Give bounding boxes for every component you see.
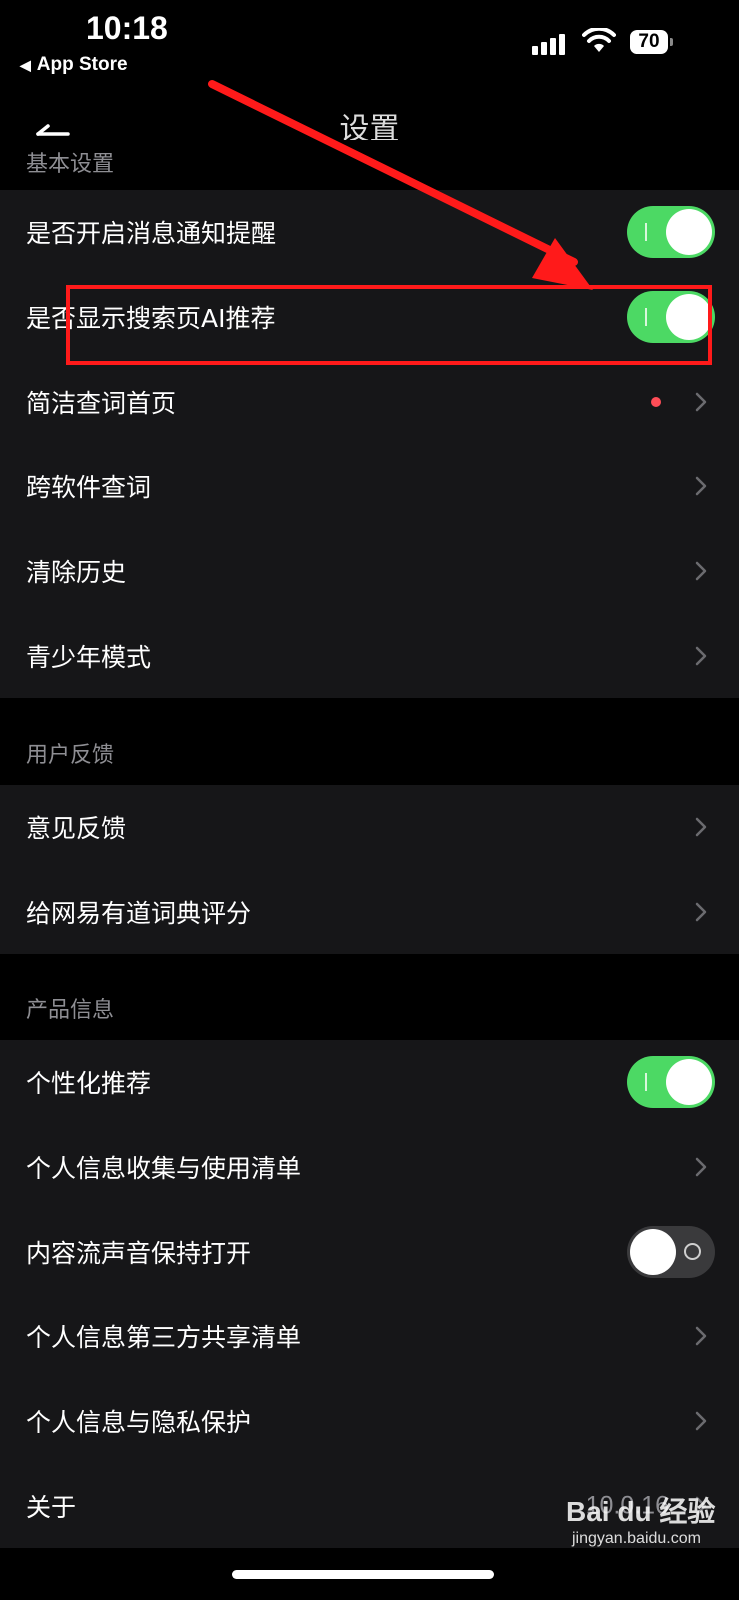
settings-group-feedback: 意见反馈 给网易有道词典评分 — [0, 785, 739, 955]
row-label: 个性化推荐 — [26, 1069, 152, 1099]
row-label: 青少年模式 — [26, 642, 152, 672]
row-teen-mode[interactable]: 青少年模式 — [0, 613, 739, 698]
row-clear-history[interactable]: 清除历史 — [0, 529, 739, 614]
row-info-collection-list[interactable]: 个人信息收集与使用清单 — [0, 1125, 739, 1210]
section-header-label: 用户反馈 — [26, 743, 115, 768]
watermark-brand: Bai du 经验 — [566, 1496, 716, 1527]
row-label: 清除历史 — [26, 558, 127, 588]
chevron-right-icon — [695, 646, 707, 666]
chevron-right-icon — [695, 818, 707, 837]
chevron-right-icon — [695, 1411, 707, 1431]
chevron-right-icon — [695, 902, 707, 922]
watermark-url: jingyan.baidu.com — [572, 1530, 701, 1547]
section-header-product-info: 产品信息 — [0, 955, 739, 1040]
row-label: 关于 — [26, 1492, 77, 1522]
row-label: 给网易有道词典评分 — [26, 899, 252, 929]
annotation-arrow-icon — [208, 80, 593, 290]
chevron-right-icon — [695, 477, 707, 496]
row-label: 个人信息收集与使用清单 — [26, 1154, 302, 1184]
row-third-party-sharing-list[interactable]: 个人信息第三方共享清单 — [0, 1294, 739, 1379]
row-label: 个人信息第三方共享清单 — [26, 1323, 302, 1353]
row-feed-sound-on: 内容流声音保持打开 — [0, 1209, 739, 1294]
row-feedback[interactable]: 意见反馈 — [0, 785, 739, 870]
chevron-right-icon — [695, 1157, 707, 1177]
row-personalized-recommend: 个性化推荐 — [0, 1040, 739, 1125]
settings-group-product-info: 个性化推荐 个人信息收集与使用清单 内容流声音保持打开 个人信息第三方共享清单 … — [0, 1040, 739, 1549]
row-label: 个人信息与隐私保护 — [26, 1408, 252, 1438]
row-label: 跨软件查词 — [26, 473, 152, 503]
baidu-jingyan-watermark: Bai du 经验 jingyan.baidu.com — [556, 1484, 716, 1564]
chevron-right-icon — [695, 1327, 707, 1346]
row-label: 意见反馈 — [26, 814, 127, 844]
row-rate-app[interactable]: 给网易有道词典评分 — [0, 870, 739, 955]
feed-sound-toggle[interactable] — [627, 1225, 715, 1278]
chevron-right-icon — [695, 561, 707, 581]
row-cross-app-lookup[interactable]: 跨软件查词 — [0, 444, 739, 529]
row-privacy-protection[interactable]: 个人信息与隐私保护 — [0, 1379, 739, 1464]
personalized-recommend-toggle[interactable] — [627, 1056, 715, 1109]
row-label: 内容流声音保持打开 — [26, 1238, 252, 1268]
section-header-label: 产品信息 — [26, 998, 115, 1023]
home-indicator[interactable] — [232, 1570, 494, 1579]
section-header-feedback: 用户反馈 — [0, 700, 739, 785]
